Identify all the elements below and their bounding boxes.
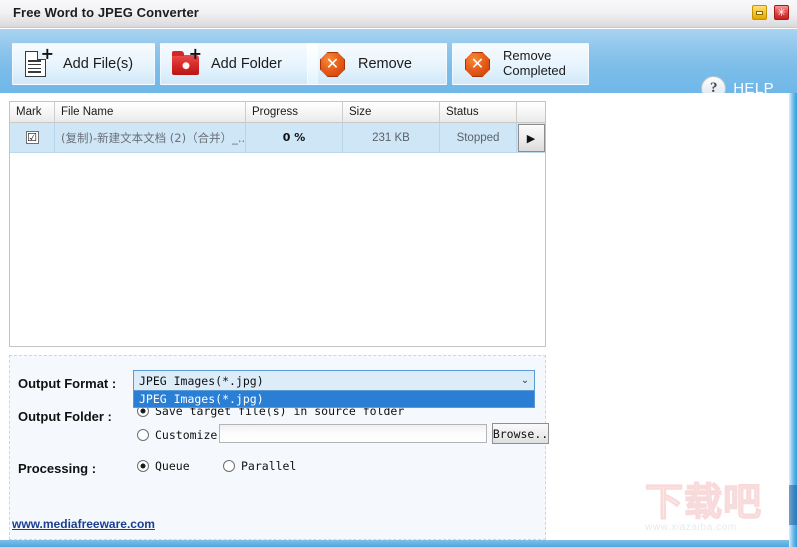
output-format-label: Output Format : — [18, 376, 117, 391]
close-button[interactable]: ✳ — [774, 5, 789, 20]
watermark-url: www.xiazaiba.com — [645, 522, 737, 533]
content-area: Mark File Name Progress Size Status ☑ (复… — [0, 93, 797, 547]
column-header-progress[interactable]: Progress — [246, 102, 343, 122]
title-bar: Free Word to JPEG Converter ✳ — [0, 0, 797, 28]
remove-completed-x-icon: ✕ — [463, 48, 493, 80]
minimize-icon — [756, 10, 763, 15]
radio-parallel[interactable]: Parallel — [223, 459, 296, 473]
remove-completed-label: Remove Completed — [503, 48, 566, 79]
output-format-dropdown-list[interactable]: JPEG Images(*.jpg) — [133, 391, 535, 408]
column-header-status[interactable]: Status — [440, 102, 517, 122]
remove-x-icon: ✕ — [318, 48, 348, 80]
output-folder-label: Output Folder : — [18, 409, 112, 424]
document-add-icon: + — [23, 46, 54, 80]
watermark: 下载吧 www.xiazaiba.com — [644, 480, 785, 535]
watermark-text: 下载吧 — [644, 480, 763, 524]
customize-path-input[interactable] — [219, 424, 487, 443]
output-format-select[interactable]: JPEG Images(*.jpg) ⌄ — [133, 370, 535, 391]
scroll-thumb[interactable] — [789, 485, 797, 525]
column-header-action — [517, 102, 545, 122]
folder-add-icon: + — [171, 46, 202, 80]
row-action-cell[interactable]: ▶ — [517, 123, 545, 152]
browse-button[interactable]: Browse.. — [492, 423, 549, 444]
options-panel: Output Format : JPEG Images(*.jpg) ⌄ JPE… — [9, 355, 549, 540]
radio-customize-icon[interactable] — [137, 429, 149, 441]
right-scroll-strip[interactable] — [789, 93, 797, 547]
dropdown-option-jpeg[interactable]: JPEG Images(*.jpg) — [134, 391, 534, 407]
table-header-row: Mark File Name Progress Size Status — [10, 102, 545, 123]
file-list-table: Mark File Name Progress Size Status ☑ (复… — [9, 101, 546, 347]
main-toolbar: + Add File(s) + Add Folder ✕ Remove ✕ Re… — [0, 29, 797, 101]
remove-button[interactable]: ✕ Remove — [307, 43, 447, 85]
remove-completed-line2: Completed — [503, 63, 566, 78]
chevron-down-icon[interactable]: ⌄ — [516, 375, 534, 386]
add-files-label: Add File(s) — [63, 55, 134, 72]
radio-queue[interactable]: Queue — [137, 459, 190, 473]
window-title: Free Word to JPEG Converter — [13, 5, 199, 20]
row-size: 231 KB — [343, 123, 440, 152]
row-status: Stopped — [440, 123, 517, 152]
output-format-value: JPEG Images(*.jpg) — [139, 373, 264, 388]
bottom-accent-bar — [0, 540, 797, 547]
row-filename: (复制)-新建文本文档 (2)（合并）_... — [55, 123, 246, 152]
add-folder-button[interactable]: + Add Folder — [160, 43, 318, 85]
close-icon: ✳ — [776, 5, 787, 19]
application-window: Free Word to JPEG Converter ✳ + Add File… — [0, 0, 797, 547]
minimize-button[interactable] — [752, 5, 767, 20]
processing-label: Processing : — [18, 461, 97, 476]
row-progress: 0 % — [246, 123, 343, 152]
add-files-button[interactable]: + Add File(s) — [12, 43, 155, 85]
row-checkbox[interactable]: ☑ — [25, 131, 39, 144]
radio-customize-folder[interactable]: Customize — [137, 428, 217, 442]
radio-customize-label: Customize — [155, 428, 218, 442]
window-controls: ✳ — [752, 5, 789, 20]
website-link[interactable]: www.mediafreeware.com — [12, 517, 155, 531]
column-header-size[interactable]: Size — [343, 102, 440, 122]
radio-queue-icon[interactable] — [137, 460, 149, 472]
column-header-filename[interactable]: File Name — [55, 102, 246, 122]
table-row[interactable]: ☑ (复制)-新建文本文档 (2)（合并）_... 0 % 231 KB Sto… — [10, 123, 545, 153]
radio-parallel-icon[interactable] — [223, 460, 235, 472]
radio-queue-label: Queue — [155, 459, 190, 473]
row-mark-cell[interactable]: ☑ — [10, 123, 55, 152]
add-folder-label: Add Folder — [211, 55, 282, 72]
column-header-mark[interactable]: Mark — [10, 102, 55, 122]
remove-label: Remove — [358, 55, 412, 72]
remove-completed-button[interactable]: ✕ Remove Completed — [452, 43, 589, 85]
remove-completed-line1: Remove — [503, 48, 552, 64]
radio-parallel-label: Parallel — [241, 459, 297, 473]
play-icon[interactable]: ▶ — [517, 124, 545, 152]
